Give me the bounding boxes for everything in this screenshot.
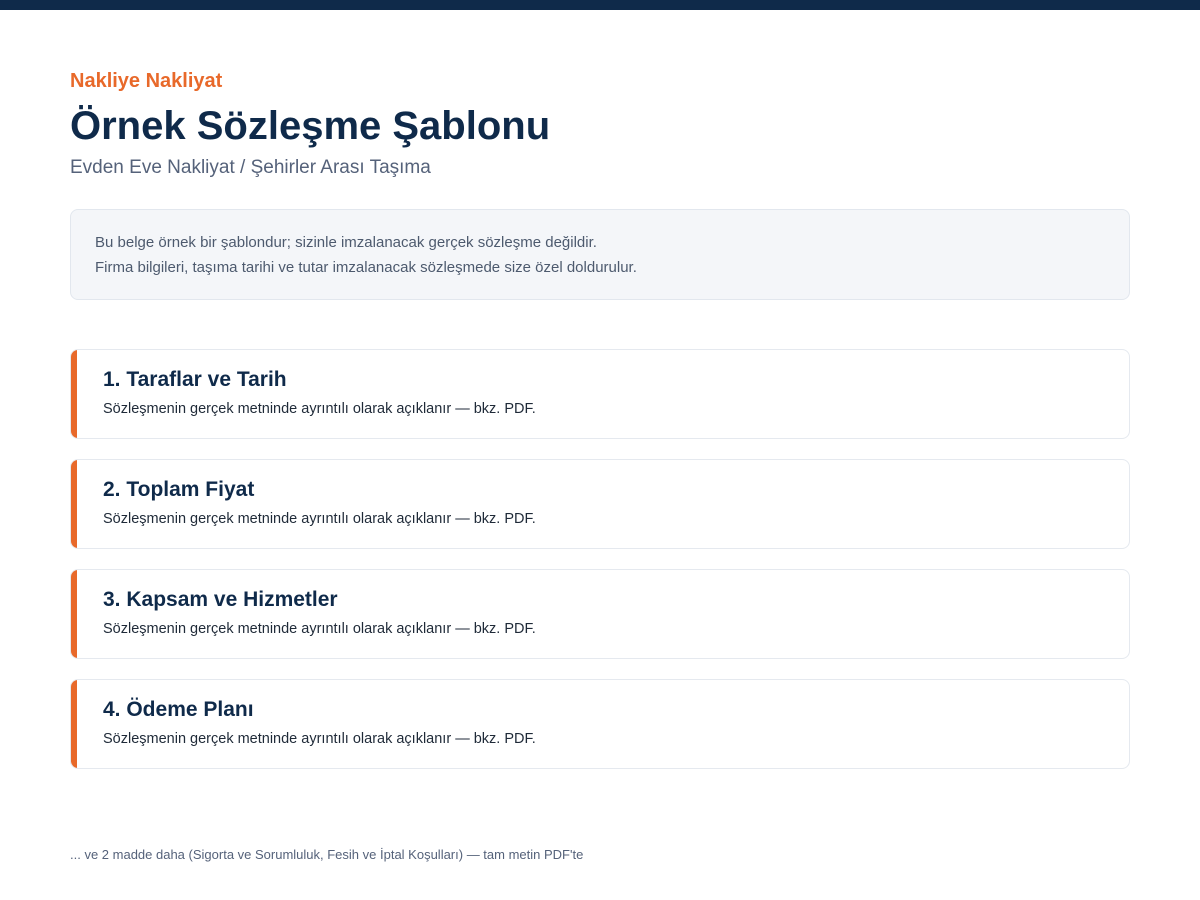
section-title: 1. Taraflar ve Tarih xyxy=(103,368,287,391)
top-accent-bar xyxy=(0,0,1200,10)
section-title: 2. Toplam Fiyat xyxy=(103,478,255,501)
section-body: Sözleşmenin gerçek metninde ayrıntılı ol… xyxy=(103,401,536,417)
brand-name: Nakliye Nakliyat xyxy=(70,70,223,92)
contract-section-payment: 4. Ödeme Planı Sözleşmenin gerçek metnin… xyxy=(70,679,1130,769)
section-accent-bar xyxy=(71,350,77,438)
section-title: 3. Kapsam ve Hizmetler xyxy=(103,588,338,611)
contract-section-parties: 1. Taraflar ve Tarih Sözleşmenin gerçek … xyxy=(70,349,1130,439)
notice-line: Firma bilgileri, taşıma tarihi ve tutar … xyxy=(95,259,637,276)
page-title: Örnek Sözleşme Şablonu xyxy=(70,104,551,148)
section-accent-bar xyxy=(71,680,77,768)
page-subtitle: Evden Eve Nakliyat / Şehirler Arası Taşı… xyxy=(70,157,431,178)
section-body: Sözleşmenin gerçek metninde ayrıntılı ol… xyxy=(103,731,536,747)
notice-line: Bu belge örnek bir şablondur; sizinle im… xyxy=(95,234,597,251)
section-body: Sözleşmenin gerçek metninde ayrıntılı ol… xyxy=(103,511,536,527)
section-accent-bar xyxy=(71,460,77,548)
disclaimer-notice: Bu belge örnek bir şablondur; sizinle im… xyxy=(70,209,1130,300)
section-accent-bar xyxy=(71,570,77,658)
contract-section-scope: 3. Kapsam ve Hizmetler Sözleşmenin gerçe… xyxy=(70,569,1130,659)
contract-section-price: 2. Toplam Fiyat Sözleşmenin gerçek metni… xyxy=(70,459,1130,549)
section-body: Sözleşmenin gerçek metninde ayrıntılı ol… xyxy=(103,621,536,637)
remaining-sections-note: ... ve 2 madde daha (Sigorta ve Sorumlul… xyxy=(70,847,584,862)
section-title: 4. Ödeme Planı xyxy=(103,698,254,721)
